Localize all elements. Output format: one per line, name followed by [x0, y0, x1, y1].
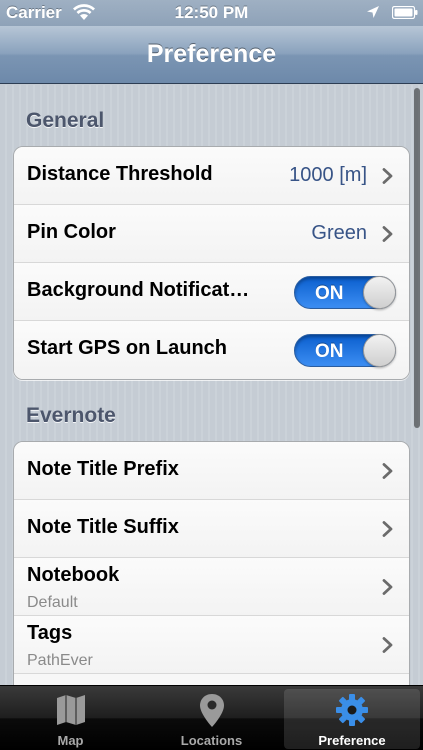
chevron-right-icon [382, 168, 393, 184]
toggle-state-label: ON [315, 341, 344, 362]
tab-label: Locations [180, 733, 243, 748]
chevron-right-icon [382, 579, 393, 595]
chevron-right-icon [382, 521, 393, 537]
chevron-right-icon [382, 463, 393, 479]
chevron-right-icon [382, 637, 393, 653]
tab-preference[interactable]: Preference [284, 689, 420, 749]
row-tags[interactable]: Tags PathEver [14, 616, 409, 674]
row-label: Background Notificat… [27, 279, 250, 301]
tab-label: Map [57, 733, 84, 748]
row-label: Distance Threshold [27, 163, 213, 185]
row-value: 1000 [m] [289, 164, 367, 186]
row-background-notification: Background Notificat… ON [14, 263, 409, 321]
battery-icon [392, 6, 418, 19]
row-label: Tags [27, 622, 73, 644]
row-notebook[interactable]: Notebook Default [14, 558, 409, 616]
start-gps-toggle[interactable]: ON [294, 334, 396, 367]
row-value: Green [311, 222, 367, 244]
tab-label: Preference [318, 733, 386, 748]
tab-bar: Map Locations Preference [0, 685, 423, 750]
row-note-title-suffix[interactable]: Note Title Suffix [14, 500, 409, 558]
row-pin-color[interactable]: Pin Color Green [14, 205, 409, 263]
section-header-general: General [26, 109, 105, 132]
chevron-right-icon [382, 226, 393, 242]
row-label: Note Title Suffix [27, 516, 179, 538]
toggle-state-label: ON [315, 283, 344, 304]
section-header-evernote: Evernote [26, 404, 116, 427]
map-icon [56, 695, 85, 725]
status-bar: Carrier 12:50 PM [0, 0, 423, 26]
pin-icon [199, 694, 224, 727]
row-label: Start GPS on Launch [27, 337, 228, 359]
row-sublabel: Default [27, 594, 78, 611]
toggle-knob [363, 276, 396, 309]
scroll-indicator[interactable] [414, 88, 420, 428]
settings-table[interactable]: General Distance Threshold 1000 [m] Pin … [0, 85, 423, 685]
tab-locations[interactable]: Locations [141, 686, 282, 750]
background-notification-toggle[interactable]: ON [294, 276, 396, 309]
navigation-bar: Preference [0, 26, 423, 84]
row-sublabel: PathEver [27, 652, 93, 669]
row-label: Note Title Prefix [27, 458, 179, 480]
row-note-title-prefix[interactable]: Note Title Prefix [14, 442, 409, 500]
row-label: Notebook [27, 564, 120, 586]
page-title: Preference [146, 40, 277, 68]
toggle-knob [363, 334, 396, 367]
row-label: Pin Color [27, 221, 116, 243]
tab-map[interactable]: Map [0, 686, 141, 750]
gear-icon [336, 694, 368, 726]
row-distance-threshold[interactable]: Distance Threshold 1000 [m] [14, 147, 409, 205]
evernote-group: Note Title Prefix Note Title Suffix Note… [13, 441, 410, 685]
status-time: 12:50 PM [174, 3, 249, 22]
general-group: Distance Threshold 1000 [m] Pin Color Gr… [13, 146, 410, 380]
row-start-gps: Start GPS on Launch ON [14, 321, 409, 379]
location-arrow-icon [367, 6, 379, 18]
